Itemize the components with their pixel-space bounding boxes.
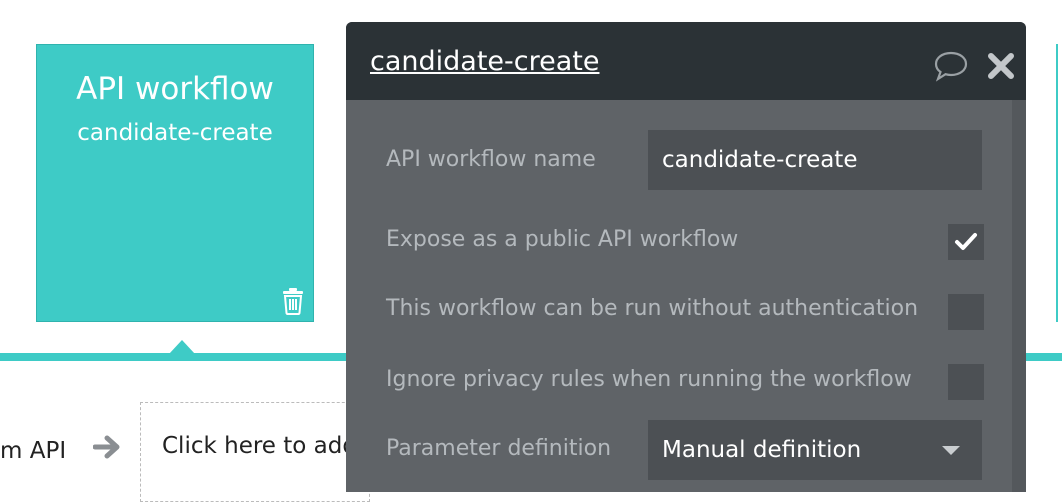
arrow-right-icon	[93, 435, 120, 459]
no-auth-checkbox[interactable]	[948, 294, 984, 330]
previous-step-label[interactable]: m API	[0, 438, 66, 464]
ignore-privacy-checkbox[interactable]	[948, 364, 984, 400]
parameter-definition-dropdown[interactable]: Manual definition	[648, 420, 982, 480]
event-card-subtitle: candidate-create	[77, 120, 273, 146]
selected-card-pointer	[169, 340, 195, 354]
workflow-name-label: API workflow name	[386, 147, 596, 172]
parameter-definition-label: Parameter definition	[386, 436, 612, 461]
close-icon[interactable]	[987, 52, 1015, 80]
workflow-name-input[interactable]	[648, 130, 982, 190]
add-step-label: Click here to add	[162, 433, 357, 459]
trash-icon[interactable]	[280, 287, 306, 315]
no-auth-label: This workflow can be run without authent…	[386, 296, 919, 321]
ignore-privacy-label: Ignore privacy rules when running the wo…	[386, 367, 912, 392]
comment-icon[interactable]	[933, 50, 969, 82]
panel-title[interactable]: candidate-create	[370, 46, 599, 77]
panel-scrollbar[interactable]	[1012, 100, 1026, 492]
workflow-properties-panel: candidate-create API workflow name Expos…	[346, 22, 1026, 492]
chevron-down-icon	[942, 446, 960, 455]
api-workflow-event-card[interactable]: API workflow candidate-create	[36, 44, 314, 322]
parameter-definition-value: Manual definition	[662, 437, 862, 463]
event-card-title: API workflow	[76, 71, 274, 107]
next-event-card-edge[interactable]	[1056, 44, 1058, 322]
checkmark-icon	[955, 233, 977, 250]
panel-header: candidate-create	[346, 22, 1026, 100]
expose-public-checkbox[interactable]	[948, 224, 984, 260]
expose-public-label: Expose as a public API workflow	[386, 227, 739, 252]
add-step-button[interactable]: Click here to add	[140, 402, 370, 502]
